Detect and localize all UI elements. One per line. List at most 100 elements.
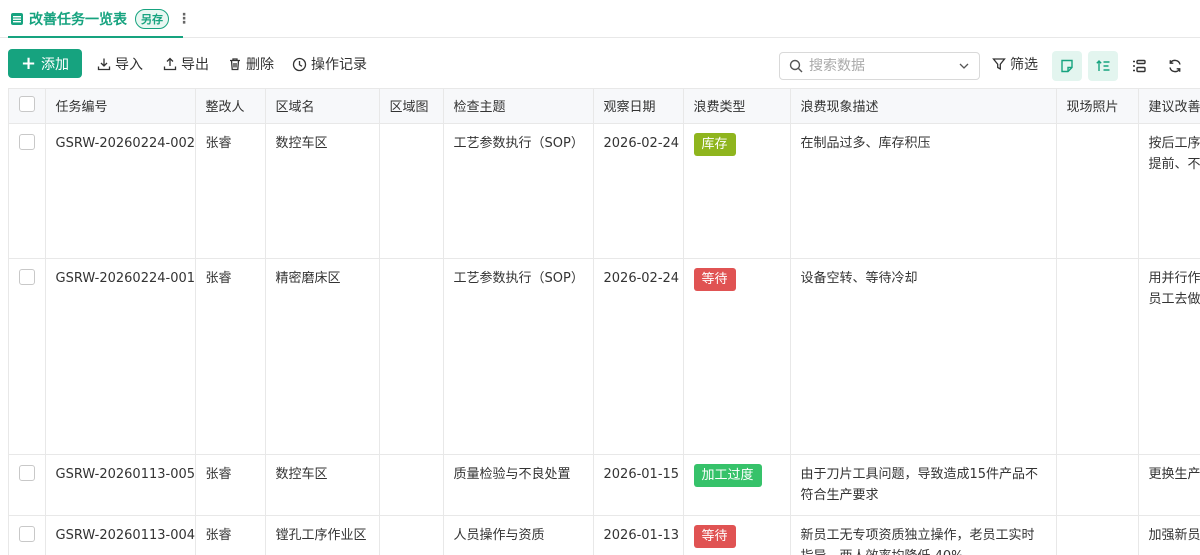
cell-topic: 工艺参数执行（SOP）	[443, 123, 594, 259]
column-settings-button[interactable]	[1124, 51, 1154, 81]
table-row[interactable]: GSRW-20260113-005 张睿 数控车区 质量检验与不良处置 2026…	[9, 454, 1200, 516]
select-all-checkbox[interactable]	[18, 96, 35, 113]
column-header-task-id[interactable]: 任务编号	[45, 89, 196, 124]
trash-icon	[230, 58, 240, 71]
search-input[interactable]	[809, 58, 949, 74]
row-checkbox-cell[interactable]	[9, 515, 46, 555]
waste-type-tag: 等待	[693, 267, 736, 291]
cell-area: 精密磨床区	[265, 258, 380, 455]
cell-person: 张睿	[195, 123, 266, 259]
cell-task-id: GSRW-20260224-001	[45, 258, 196, 455]
row-height-button[interactable]	[1088, 51, 1118, 81]
row-checkbox-cell[interactable]	[9, 454, 46, 516]
refresh-button[interactable]	[1160, 51, 1190, 81]
note-icon	[1061, 59, 1073, 73]
cell-date: 2026-02-24	[593, 123, 684, 259]
delete-label: 删除	[246, 57, 274, 73]
filter-label: 筛选	[1010, 57, 1038, 73]
cell-task-id: GSRW-20260113-005	[45, 454, 196, 516]
select-all-checkbox-cell[interactable]	[9, 89, 46, 124]
cell-area-map	[379, 258, 444, 455]
column-header-topic[interactable]: 检查主题	[443, 89, 594, 124]
cell-task-id: GSRW-20260224-002	[45, 123, 196, 259]
filter-button[interactable]: 筛选	[992, 53, 1038, 75]
add-button-label: 添加	[41, 56, 70, 73]
cell-person: 张睿	[195, 515, 266, 555]
column-header-date[interactable]: 观察日期	[593, 89, 684, 124]
add-button[interactable]: + 添加	[8, 49, 82, 78]
cell-topic: 工艺参数执行（SOP）	[443, 258, 594, 455]
table-row[interactable]: GSRW-20260113-004 张睿 镗孔工序作业区 人员操作与资质 202…	[9, 515, 1200, 555]
cell-waste-type: 等待	[683, 515, 791, 555]
row-checkbox-cell[interactable]	[9, 258, 46, 455]
table-row[interactable]: GSRW-20260224-001 张睿 精密磨床区 工艺参数执行（SOP） 2…	[9, 258, 1200, 455]
tab-bar: 改善任务一览表 另存 ⋮	[0, 0, 1200, 38]
cell-person: 张睿	[195, 454, 266, 516]
column-header-description[interactable]: 浪费现象描述	[790, 89, 1057, 124]
import-label: 导入	[115, 57, 143, 73]
row-checkbox[interactable]	[18, 133, 35, 150]
save-as-badge[interactable]: 另存	[135, 9, 169, 29]
delete-button[interactable]: 删除	[228, 53, 274, 75]
column-header-person[interactable]: 整改人	[195, 89, 266, 124]
column-header-photo[interactable]: 现场照片	[1056, 89, 1139, 124]
plus-icon: +	[20, 52, 37, 74]
search-box[interactable]	[779, 52, 980, 80]
cell-topic: 质量检验与不良处置	[443, 454, 594, 516]
import-icon	[97, 58, 111, 71]
cell-topic: 人员操作与资质	[443, 515, 594, 555]
tab-task-list[interactable]: 改善任务一览表 另存 ⋮	[0, 0, 191, 38]
data-table: 任务编号 整改人 区域名 区域图 检查主题 观察日期 浪费类型 浪费现象描述 现…	[8, 88, 1200, 555]
cell-waste-type: 加工过度	[683, 454, 791, 516]
export-icon	[163, 57, 177, 71]
toolbar: + 添加 导入 导出 删除 操作记录 搜索数据 筛选	[0, 47, 1200, 81]
waste-type-tag: 加工过度	[693, 463, 762, 487]
cell-task-id: GSRW-20260113-004	[45, 515, 196, 555]
cell-area-map	[379, 454, 444, 516]
row-checkbox[interactable]	[18, 525, 35, 542]
filter-icon	[992, 58, 1006, 71]
cell-area: 数控车区	[265, 123, 380, 259]
waste-type-tag: 库存	[693, 132, 736, 156]
waste-type-tag: 等待	[693, 524, 736, 548]
refresh-icon	[1169, 59, 1181, 73]
page-title: 改善任务一览表	[29, 12, 127, 28]
cell-suggestion: 更换生产	[1138, 454, 1200, 516]
cell-description: 由于刀片工具问题，导致造成15件产品不符合生产要求	[790, 454, 1057, 516]
tab-active-indicator	[8, 36, 183, 38]
table-icon	[11, 13, 23, 25]
table-header-row: 任务编号 整改人 区域名 区域图 检查主题 观察日期 浪费类型 浪费现象描述 现…	[9, 89, 1200, 124]
cell-area-map	[379, 123, 444, 259]
cell-waste-type: 库存	[683, 123, 791, 259]
cell-area-map	[379, 515, 444, 555]
column-header-suggestion[interactable]: 建议改善	[1138, 89, 1200, 124]
search-icon	[789, 59, 803, 73]
chevron-down-icon[interactable]	[958, 59, 970, 73]
operation-log-button[interactable]: 操作记录	[292, 53, 367, 75]
row-checkbox[interactable]	[18, 464, 35, 481]
cell-person: 张睿	[195, 258, 266, 455]
cell-area: 镗孔工序作业区	[265, 515, 380, 555]
operation-log-label: 操作记录	[311, 57, 367, 73]
column-header-area-map[interactable]: 区域图	[379, 89, 444, 124]
cell-suggestion: 用并行作 员工去做	[1138, 258, 1200, 455]
cell-waste-type: 等待	[683, 258, 791, 455]
cell-photo	[1056, 515, 1139, 555]
cell-photo	[1056, 454, 1139, 516]
kebab-icon[interactable]: ⋮	[177, 11, 191, 27]
cell-suggestion: 按后工序 提前、不	[1138, 123, 1200, 259]
cell-area: 数控车区	[265, 454, 380, 516]
cell-description: 在制品过多、库存积压	[790, 123, 1057, 259]
cell-description: 设备空转、等待冷却	[790, 258, 1057, 455]
table-row[interactable]: GSRW-20260224-002 张睿 数控车区 工艺参数执行（SOP） 20…	[9, 123, 1200, 259]
column-header-waste-type[interactable]: 浪费类型	[683, 89, 791, 124]
card-view-button[interactable]	[1052, 51, 1082, 81]
export-button[interactable]: 导出	[163, 53, 209, 75]
row-checkbox-cell[interactable]	[9, 123, 46, 259]
row-checkbox[interactable]	[18, 268, 35, 285]
cell-description: 新员工无专项资质独立操作，老员工实时指导，两人效率均降低 40%	[790, 515, 1057, 555]
cell-date: 2026-01-15	[593, 454, 684, 516]
cell-photo	[1056, 123, 1139, 259]
column-header-area[interactable]: 区域名	[265, 89, 380, 124]
import-button[interactable]: 导入	[97, 53, 143, 75]
